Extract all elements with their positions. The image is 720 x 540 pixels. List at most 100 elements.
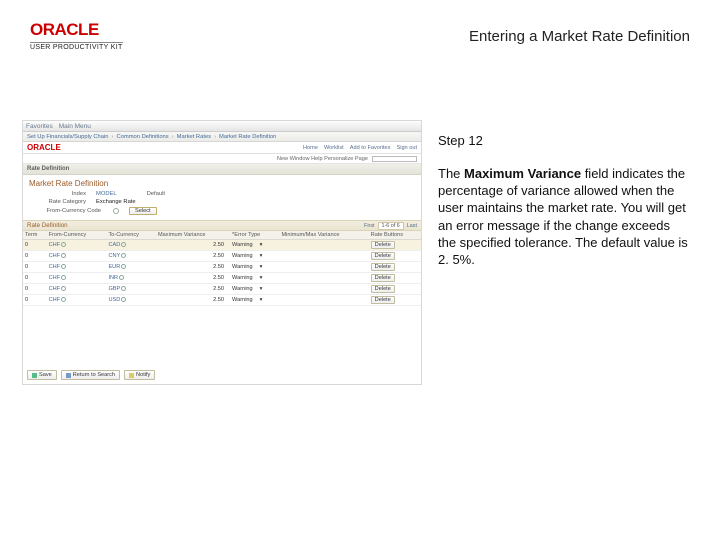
link-home[interactable]: Home — [303, 145, 318, 151]
notify-button[interactable]: Notify — [124, 370, 155, 380]
cell-buttons: Delete — [369, 295, 421, 306]
index-label: Index — [31, 191, 86, 197]
breadcrumb: Set Up Financials/Supply Chain › Common … — [23, 132, 421, 142]
cell-from[interactable]: CHF — [47, 284, 107, 295]
cell-minvar — [279, 273, 368, 284]
rates-header: Rate Definition First 1-6 of 6 Last — [23, 220, 421, 231]
search-icon[interactable] — [121, 253, 126, 258]
delete-button[interactable]: Delete — [371, 285, 395, 293]
cell-errtype[interactable]: Warning ▾ — [230, 273, 279, 284]
form-title: Market Rate Definition — [23, 175, 421, 190]
cell-maxvar[interactable]: 2.50 — [156, 251, 230, 262]
link-worklist[interactable]: Worklist — [324, 145, 344, 151]
chevron-down-icon[interactable]: ▾ — [260, 286, 263, 292]
cell-from[interactable]: CHF — [47, 262, 107, 273]
crumb-1[interactable]: Set Up Financials/Supply Chain — [27, 134, 109, 140]
cell-minvar — [279, 295, 368, 306]
menu-favorites[interactable]: Favorites — [26, 123, 53, 130]
save-icon — [32, 373, 37, 378]
search-icon[interactable] — [61, 286, 66, 291]
crumb-3[interactable]: Market Rates — [177, 134, 211, 140]
chevron-down-icon[interactable]: ▾ — [260, 242, 263, 248]
search-icon[interactable] — [121, 286, 126, 291]
cell-from[interactable]: CHF — [47, 251, 107, 262]
link-signout[interactable]: Sign out — [396, 145, 417, 151]
cell-to[interactable]: INR — [106, 273, 156, 284]
notify-label: Notify — [136, 372, 150, 378]
cell-errtype[interactable]: Warning ▾ — [230, 251, 279, 262]
cell-to[interactable]: GBP — [106, 284, 156, 295]
col-errtype: *Error Type — [230, 231, 279, 240]
cell-from[interactable]: CHF — [47, 295, 107, 306]
cell-from[interactable]: CHF — [47, 240, 107, 251]
select-button[interactable]: Select — [129, 207, 157, 215]
search-icon[interactable] — [61, 275, 66, 280]
cell-to[interactable]: CNY — [106, 251, 156, 262]
table-row: 0CHFUSD2.50Warning ▾ Delete — [23, 295, 421, 306]
delete-button[interactable]: Delete — [371, 274, 395, 282]
search-icon[interactable] — [61, 242, 66, 247]
delete-button[interactable]: Delete — [371, 241, 395, 249]
cell-errtype[interactable]: Warning ▾ — [230, 295, 279, 306]
cell-errtype[interactable]: Warning ▾ — [230, 262, 279, 273]
search-icon[interactable] — [121, 242, 126, 247]
col-term: Term — [23, 231, 47, 240]
search-icon[interactable] — [61, 297, 66, 302]
index-value[interactable]: MODEL — [96, 191, 117, 197]
cell-minvar — [279, 262, 368, 273]
search-icon[interactable] — [61, 253, 66, 258]
cell-maxvar[interactable]: 2.50 — [156, 284, 230, 295]
cell-errtype[interactable]: Warning ▾ — [230, 284, 279, 295]
cell-buttons: Delete — [369, 240, 421, 251]
menu-main[interactable]: Main Menu — [59, 123, 91, 130]
search-icon[interactable] — [121, 264, 126, 269]
cell-maxvar[interactable]: 2.50 — [156, 295, 230, 306]
app-toplinks: Home Worklist Add to Favorites Sign out — [303, 145, 417, 151]
return-icon — [66, 373, 71, 378]
search-icon[interactable] — [113, 208, 119, 214]
app-oracle-logo: ORACLE — [27, 143, 61, 152]
link-addfav[interactable]: Add to Favorites — [350, 145, 391, 151]
oracle-wordmark: ORACLE — [30, 20, 123, 40]
save-button[interactable]: Save — [27, 370, 57, 380]
crumb-4[interactable]: Market Rate Definition — [219, 134, 276, 140]
cell-minvar — [279, 240, 368, 251]
delete-button[interactable]: Delete — [371, 263, 395, 271]
cell-buttons: Delete — [369, 284, 421, 295]
cell-buttons: Delete — [369, 262, 421, 273]
cell-maxvar[interactable]: 2.50 — [156, 273, 230, 284]
notify-icon — [129, 373, 134, 378]
return-button[interactable]: Return to Search — [61, 370, 120, 380]
cell-to[interactable]: USD — [106, 295, 156, 306]
cell-errtype[interactable]: Warning ▾ — [230, 240, 279, 251]
cell-term: 0 — [23, 240, 47, 251]
step-label: Step 12 — [438, 132, 688, 149]
app-utilrow: New Window Help Personalize Page — [23, 154, 421, 164]
delete-button[interactable]: Delete — [371, 252, 395, 260]
chevron-down-icon[interactable]: ▾ — [260, 253, 263, 259]
cell-to[interactable]: CAD — [106, 240, 156, 251]
cell-maxvar[interactable]: 2.50 — [156, 262, 230, 273]
cell-minvar — [279, 251, 368, 262]
delete-button[interactable]: Delete — [371, 296, 395, 304]
util-links[interactable]: New Window Help Personalize Page — [277, 156, 368, 162]
cell-term: 0 — [23, 295, 47, 306]
chevron-down-icon[interactable]: ▾ — [260, 297, 263, 303]
chevron-down-icon[interactable]: ▾ — [260, 275, 263, 281]
search-icon[interactable] — [119, 275, 124, 280]
cell-from[interactable]: CHF — [47, 273, 107, 284]
search-icon[interactable] — [61, 264, 66, 269]
nav-first[interactable]: First — [364, 223, 374, 229]
chevron-down-icon[interactable]: ▾ — [260, 264, 263, 270]
search-icon[interactable] — [121, 297, 126, 302]
cell-maxvar[interactable]: 2.50 — [156, 240, 230, 251]
instr-post: field indicates the percentage of varian… — [438, 166, 688, 267]
table-row: 0CHFCNY2.50Warning ▾Delete — [23, 251, 421, 262]
cell-buttons: Delete — [369, 251, 421, 262]
page-title: Entering a Market Rate Definition — [469, 28, 690, 45]
nav-last[interactable]: Last — [407, 223, 417, 229]
util-search-input[interactable] — [372, 156, 417, 162]
save-label: Save — [39, 372, 52, 378]
crumb-2[interactable]: Common Definitions — [116, 134, 168, 140]
cell-to[interactable]: EUR — [106, 262, 156, 273]
